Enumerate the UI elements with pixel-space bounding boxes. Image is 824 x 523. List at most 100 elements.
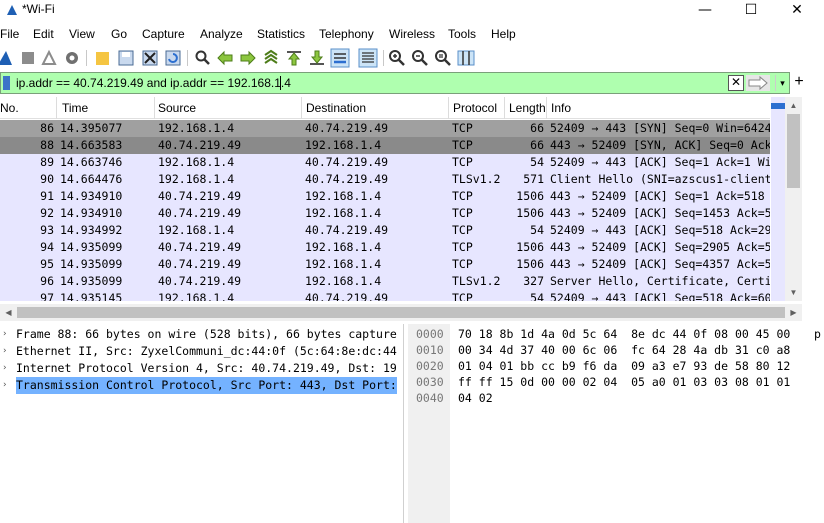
menu-go[interactable]: Go — [111, 27, 127, 41]
detail-tree-item[interactable]: › Transmission Control Protocol, Src Port… — [0, 377, 403, 394]
packet-list: No. Time Source Destination Protocol Len… — [0, 97, 802, 301]
display-filter-input[interactable]: ip.addr == 40.74.219.49 and ip.addr == 1… — [16, 76, 291, 90]
packet-list-header: No. Time Source Destination Protocol Len… — [0, 97, 770, 119]
packet-details-pane: › Frame 88: 66 bytes on wire (528 bits), … — [0, 324, 404, 523]
menu-analyze[interactable]: Analyze — [200, 27, 243, 41]
menu-wireless[interactable]: Wireless — [389, 27, 435, 41]
packet-row[interactable]: 89 14.663746 192.168.1.4 40.74.219.49 TCP 54 5… — [0, 154, 770, 171]
colorize-icon[interactable] — [358, 48, 378, 68]
reload-file-icon[interactable] — [163, 48, 183, 68]
capture-options-icon[interactable] — [62, 48, 82, 68]
scroll-thumb[interactable] — [17, 307, 785, 318]
column-divider[interactable] — [448, 97, 449, 119]
column-divider[interactable] — [154, 97, 155, 119]
scroll-left-icon[interactable]: ◀ — [0, 304, 17, 321]
packet-row[interactable]: 91 14.934910 40.74.219.49 192.168.1.4 TCP 150… — [0, 188, 770, 205]
packet-source: 40.74.219.49 — [158, 274, 242, 288]
packet-row[interactable]: 97 14.935145 192.168.1.4 40.74.219.49 TCP 54 5… — [0, 290, 770, 301]
packet-row[interactable]: 93 14.934992 192.168.1.4 40.74.219.49 TCP 54 5… — [0, 222, 770, 239]
display-filter-bar[interactable]: ip.addr == 40.74.219.49 and ip.addr == 1… — [0, 72, 790, 94]
apply-filter-icon[interactable] — [746, 75, 770, 91]
close-file-icon[interactable] — [140, 48, 160, 68]
menu-tools[interactable]: Tools — [448, 27, 476, 41]
detail-tree-item[interactable]: › Ethernet II, Src: ZyxelCommuni_dc:44:0f… — [0, 343, 403, 360]
text-cursor — [280, 76, 281, 90]
column-header-destination[interactable]: Destination — [306, 101, 366, 115]
menu-bar: File Edit View Go Capture Analyze Statis… — [0, 24, 824, 44]
save-file-icon[interactable] — [116, 48, 136, 68]
zoom-out-icon[interactable] — [410, 48, 430, 68]
packet-list-horizontal-scrollbar[interactable]: ◀ ▶ — [0, 304, 802, 321]
column-header-info[interactable]: Info — [551, 101, 571, 115]
packet-row[interactable]: 96 14.935099 40.74.219.49 192.168.1.4 TLSv1.… — [0, 273, 770, 290]
bookmark-icon[interactable] — [3, 76, 10, 90]
scroll-down-icon[interactable]: ▼ — [785, 284, 802, 301]
scroll-thumb[interactable] — [787, 114, 800, 188]
packet-row[interactable]: 94 14.935099 40.74.219.49 192.168.1.4 TCP 150… — [0, 239, 770, 256]
menu-help[interactable]: Help — [491, 27, 516, 41]
zoom-normal-icon[interactable] — [433, 48, 453, 68]
go-last-packet-icon[interactable] — [307, 48, 327, 68]
detail-tree-item[interactable]: › Frame 88: 66 bytes on wire (528 bits), … — [0, 326, 403, 343]
packet-row[interactable]: 88 14.663583 40.74.219.49 192.168.1.4 TCP 66 4… — [0, 137, 770, 154]
menu-capture[interactable]: Capture — [142, 27, 185, 41]
expand-arrow-icon[interactable]: › — [2, 360, 7, 377]
column-divider[interactable] — [504, 97, 505, 119]
packet-time: 14.935145 — [60, 291, 123, 301]
add-filter-button[interactable]: + — [792, 72, 806, 94]
zoom-in-icon[interactable] — [387, 48, 407, 68]
column-divider[interactable] — [301, 97, 302, 119]
go-back-icon[interactable] — [215, 48, 235, 68]
restart-capture-icon[interactable] — [39, 48, 59, 68]
scroll-right-icon[interactable]: ▶ — [785, 304, 802, 321]
expand-arrow-icon[interactable]: › — [2, 343, 7, 360]
packet-destination: 40.74.219.49 — [305, 291, 389, 301]
packet-destination: 192.168.1.4 — [305, 240, 382, 254]
stop-capture-icon[interactable] — [18, 48, 38, 68]
start-capture-icon[interactable] — [0, 48, 16, 68]
byte-offset: 0010 — [416, 343, 444, 357]
menu-file[interactable]: File — [0, 27, 19, 41]
expand-arrow-icon[interactable]: › — [2, 326, 7, 343]
close-button[interactable]: ✕ — [774, 0, 820, 22]
packet-length: 327 — [523, 274, 544, 288]
scroll-up-icon[interactable]: ▲ — [785, 97, 802, 114]
menu-view[interactable]: View — [69, 27, 95, 41]
menu-telephony[interactable]: Telephony — [319, 27, 374, 41]
expand-arrow-icon[interactable]: › — [2, 377, 7, 394]
packet-number: 94 — [40, 240, 54, 254]
detail-tree-item[interactable]: › Internet Protocol Version 4, Src: 40.74… — [0, 360, 403, 377]
packet-destination: 40.74.219.49 — [305, 223, 389, 237]
detail-tree-label: Transmission Control Protocol, Src Port:… — [16, 377, 397, 394]
packet-info: 443 → 52409 [ACK] Seq=4357 Ack=5 — [550, 257, 770, 271]
menu-statistics[interactable]: Statistics — [257, 27, 305, 41]
packet-row[interactable]: 95 14.935099 40.74.219.49 192.168.1.4 TCP 150… — [0, 256, 770, 273]
packet-source: 192.168.1.4 — [158, 155, 235, 169]
packet-list-vertical-scrollbar[interactable]: ▲ ▼ — [785, 97, 802, 301]
column-divider[interactable] — [546, 97, 547, 119]
autoscroll-icon[interactable] — [330, 48, 350, 68]
packet-length: 54 — [530, 155, 544, 169]
go-to-packet-icon[interactable] — [261, 48, 281, 68]
menu-edit[interactable]: Edit — [33, 27, 54, 41]
resize-columns-icon[interactable] — [456, 48, 476, 68]
column-header-length[interactable]: Length — [509, 101, 545, 115]
go-first-packet-icon[interactable] — [284, 48, 304, 68]
open-file-icon[interactable] — [93, 48, 113, 68]
main-toolbar — [0, 46, 824, 70]
find-packet-icon[interactable] — [193, 48, 213, 68]
packet-minimap[interactable] — [771, 97, 785, 301]
maximize-button[interactable]: ☐ — [728, 0, 774, 22]
packet-row[interactable]: 86 14.395077 192.168.1.4 40.74.219.49 TCP 66 5… — [0, 120, 770, 137]
minimize-button[interactable]: — — [682, 0, 728, 22]
column-header-time[interactable]: Time — [62, 101, 88, 115]
go-forward-icon[interactable] — [238, 48, 258, 68]
packet-row[interactable]: 92 14.934910 40.74.219.49 192.168.1.4 TCP 150… — [0, 205, 770, 222]
clear-filter-icon[interactable]: ✕ — [728, 75, 744, 91]
packet-row[interactable]: 90 14.664476 192.168.1.4 40.74.219.49 TLSv1.… — [0, 171, 770, 188]
column-divider[interactable] — [56, 97, 57, 119]
filter-history-dropdown[interactable]: ▾ — [775, 75, 789, 91]
column-header-source[interactable]: Source — [158, 101, 196, 115]
column-header-protocol[interactable]: Protocol — [453, 101, 497, 115]
column-header-no[interactable]: No. — [0, 101, 19, 115]
